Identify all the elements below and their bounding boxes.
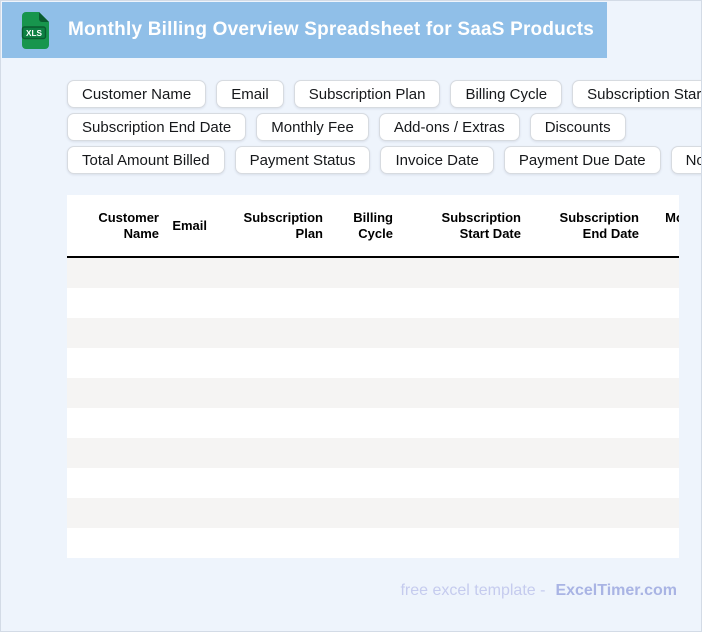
column-header: Customer Name [98, 209, 159, 241]
field-chip[interactable]: Add-ons / Extras [378, 113, 520, 141]
field-chip[interactable]: Total Amount Billed [67, 146, 225, 174]
xls-file-icon: XLS [21, 11, 49, 49]
field-chip[interactable]: Billing Cycle [450, 80, 563, 108]
field-chip[interactable]: Payment Due Date [503, 146, 661, 174]
table-header-row: Customer Name Email Subscription Plan Billi… [67, 195, 679, 258]
column-header: Email [172, 217, 207, 233]
table-row [67, 528, 679, 558]
table-row [67, 498, 679, 528]
footer: free excel template - ExcelTimer.com [400, 582, 677, 600]
field-chip[interactable]: Payment Status [234, 146, 371, 174]
field-chip[interactable]: Notes [670, 146, 701, 174]
table-row [67, 468, 679, 498]
field-chip[interactable]: Subscription Plan [293, 80, 441, 108]
field-chip[interactable]: Customer Name [67, 80, 207, 108]
footer-brand-link[interactable]: ExcelTimer.com [555, 582, 677, 600]
table-body [67, 258, 679, 558]
header-bar: XLS Monthly Billing Overview Spreadsheet… [2, 2, 607, 58]
field-chip-row: Customer Name Email Subscription Plan Billi… [67, 80, 701, 108]
field-chip[interactable]: Monthly Fee [256, 113, 369, 141]
table-row [67, 408, 679, 438]
table-row [67, 348, 679, 378]
column-header: Billing Cycle [353, 209, 393, 241]
column-header: Subscription Plan [243, 209, 323, 241]
column-header: Subscription Start Date [441, 209, 521, 241]
field-chip-list: Customer Name Email Subscription Plan Billi… [67, 80, 701, 179]
billing-table: Customer Name Email Subscription Plan Billi… [67, 195, 679, 558]
field-chip[interactable]: Subscription End Date [67, 113, 247, 141]
field-chip[interactable]: Invoice Date [380, 146, 494, 174]
table-row [67, 438, 679, 468]
field-chip[interactable]: Discounts [529, 113, 626, 141]
field-chip-row: Total Amount Billed Payment Status Invoice… [67, 146, 701, 174]
xls-badge-label: XLS [26, 29, 42, 38]
field-chip-row: Subscription End Date Monthly Fee Add-ons … [67, 113, 692, 141]
table-row [67, 288, 679, 318]
footer-text: free excel template - [400, 582, 546, 599]
page-title: Monthly Billing Overview Spreadsheet for… [68, 19, 595, 40]
field-chip[interactable]: Email [216, 80, 284, 108]
table-row [67, 258, 679, 288]
page: XLS Monthly Billing Overview Spreadsheet… [0, 0, 702, 632]
column-header: Monthly Fee [665, 209, 679, 225]
table-row [67, 318, 679, 348]
table-row [67, 378, 679, 408]
field-chip[interactable]: Subscription Start Date [572, 80, 701, 108]
column-header: Subscription End Date [559, 209, 639, 241]
